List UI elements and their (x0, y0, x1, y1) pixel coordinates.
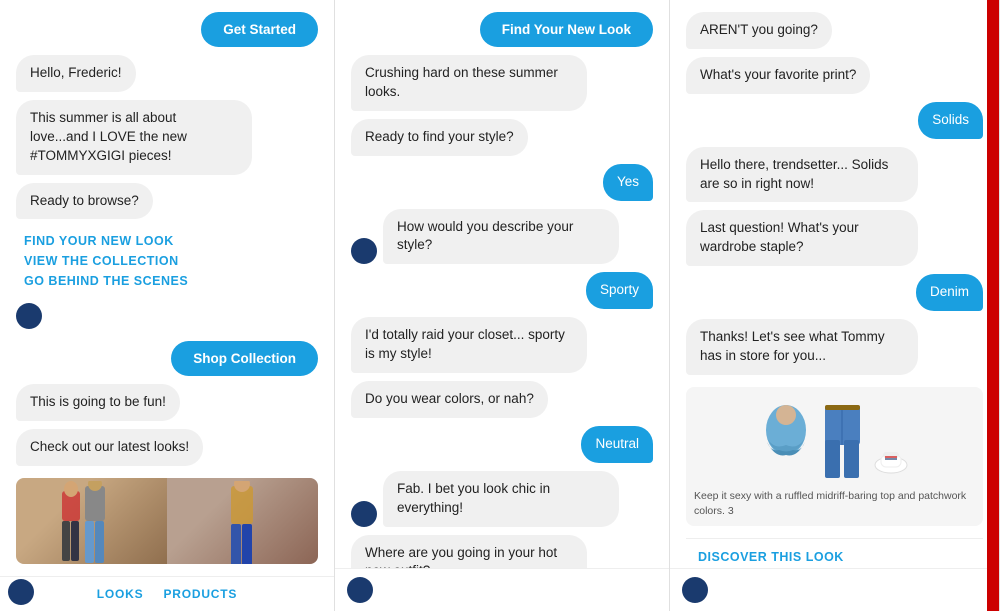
fun-row: This is going to be fun! (16, 384, 318, 421)
p3-arent-row: AREN'T you going? (686, 12, 983, 49)
find-look-button[interactable]: Find Your New Look (480, 12, 653, 47)
panel2-footer (335, 568, 669, 611)
get-started-row: Get Started (16, 12, 318, 47)
p3-denim-bubble: Denim (916, 274, 983, 311)
p3-trendsetter-bubble: Hello there, trendsetter... Solids are s… (686, 147, 918, 203)
bot-avatar-bottom (8, 579, 34, 605)
describe-row: How would you describe your style? (351, 209, 653, 265)
product-card-1: TOMMYXGIGI Looks / Products #TO Looks (16, 478, 318, 564)
bot-avatar-row-1 (16, 303, 318, 329)
products-link[interactable]: PRODUCTS (163, 587, 237, 601)
ready-style-row: Ready to find your style? (351, 119, 653, 156)
jeans-svg (820, 400, 865, 480)
p3-last-q-row: Last question! What's your wardrobe stap… (686, 210, 983, 266)
behind-scenes-link[interactable]: GO BEHIND THE SCENES (24, 271, 310, 291)
shop-collection-button[interactable]: Shop Collection (171, 341, 318, 376)
bot-avatar-1 (16, 303, 42, 329)
p3-solids-bubble: Solids (918, 102, 983, 139)
colors-bubble: Do you wear colors, or nah? (351, 381, 548, 418)
p3-solids-row: Solids (686, 102, 983, 139)
ready-bubble: Ready to browse? (16, 183, 153, 220)
fashion-figure-1 (57, 481, 127, 564)
yes-row: Yes (351, 164, 653, 201)
product-display-image (694, 395, 975, 485)
discover-look-link[interactable]: DISCOVER THIS LOOK (698, 547, 971, 567)
hello-row: Hello, Frederic! (16, 55, 318, 92)
product-image-right (167, 478, 318, 564)
red-accent-strip (987, 0, 999, 611)
where-going-bubble: Where are you going in your hot new outf… (351, 535, 587, 568)
yes-bubble: Yes (603, 164, 653, 201)
find-look-row: Find Your New Look (351, 12, 653, 47)
nav-links: FIND YOUR NEW LOOK VIEW THE COLLECTION G… (16, 227, 318, 295)
panel3-footer (670, 568, 999, 611)
looks-link[interactable]: LOOKS (97, 587, 144, 601)
product-description: Keep it sexy with a ruffled midriff-bari… (694, 489, 975, 518)
product-image-left (16, 478, 167, 564)
sporty-row: Sporty (351, 272, 653, 309)
fun-bubble: This is going to be fun! (16, 384, 180, 421)
get-started-button[interactable]: Get Started (201, 12, 318, 47)
hello-bubble: Hello, Frederic! (16, 55, 136, 92)
summer-bubble: This summer is all about love...and I LO… (16, 100, 252, 175)
bot-avatar-p2-1 (351, 238, 377, 264)
fashion-figure-2 (223, 481, 263, 564)
colors-row: Do you wear colors, or nah? (351, 381, 653, 418)
p3-trendsetter-row: Hello there, trendsetter... Solids are s… (686, 147, 983, 203)
crushing-row: Crushing hard on these summer looks. (351, 55, 653, 111)
p3-print-row: What's your favorite print? (686, 57, 983, 94)
view-collection-link[interactable]: VIEW THE COLLECTION (24, 251, 310, 271)
neutral-row: Neutral (351, 426, 653, 463)
where-going-row: Where are you going in your hot new outf… (351, 535, 653, 568)
summer-row: This summer is all about love...and I LO… (16, 100, 318, 175)
fab-row: Fab. I bet you look chic in everything! (351, 471, 653, 527)
p3-print-bubble: What's your favorite print? (686, 57, 870, 94)
product-images (16, 478, 318, 564)
p3-arent-bubble: AREN'T you going? (686, 12, 832, 49)
bot-avatar-p2-2 (351, 501, 377, 527)
messages-panel-1: Get Started Hello, Frederic! This summer… (0, 0, 334, 576)
checkout-bubble: Check out our latest looks! (16, 429, 203, 466)
p3-last-q-bubble: Last question! What's your wardrobe stap… (686, 210, 918, 266)
chat-panel-1: Get Started Hello, Frederic! This summer… (0, 0, 335, 611)
crushing-bubble: Crushing hard on these summer looks. (351, 55, 587, 111)
sporty-bubble: Sporty (586, 272, 653, 309)
p3-denim-row: Denim (686, 274, 983, 311)
shop-collection-row: Shop Collection (16, 341, 318, 376)
ruffled-top-svg (759, 400, 814, 480)
bot-avatar-p2-bottom (347, 577, 373, 603)
find-new-look-link[interactable]: FIND YOUR NEW LOOK (24, 231, 310, 251)
neutral-bubble: Neutral (581, 426, 653, 463)
product-display-card: Keep it sexy with a ruffled midriff-bari… (686, 387, 983, 526)
raid-bubble: I'd totally raid your closet... sporty i… (351, 317, 587, 373)
ready-style-bubble: Ready to find your style? (351, 119, 528, 156)
sneakers-svg (871, 400, 911, 480)
chat-panel-3: AREN'T you going? What's your favorite p… (670, 0, 1000, 611)
bottom-bot-avatar (8, 579, 34, 605)
fab-bubble: Fab. I bet you look chic in everything! (383, 471, 619, 527)
messages-panel-2: Find Your New Look Crushing hard on thes… (335, 0, 669, 568)
panel3-action-links: DISCOVER THIS LOOK CHANGE MY STYLE LATES… (686, 538, 983, 568)
p3-thanks-bubble: Thanks! Let's see what Tommy has in stor… (686, 319, 918, 375)
raid-row: I'd totally raid your closet... sporty i… (351, 317, 653, 373)
chat-panel-2: Find Your New Look Crushing hard on thes… (335, 0, 670, 611)
describe-bubble: How would you describe your style? (383, 209, 619, 265)
ready-row: Ready to browse? (16, 183, 318, 220)
bot-avatar-p3-bottom (682, 577, 708, 603)
panel1-footer: LOOKS PRODUCTS (0, 576, 334, 611)
messages-panel-3: AREN'T you going? What's your favorite p… (670, 0, 999, 568)
p3-thanks-row: Thanks! Let's see what Tommy has in stor… (686, 319, 983, 375)
checkout-row: Check out our latest looks! (16, 429, 318, 466)
